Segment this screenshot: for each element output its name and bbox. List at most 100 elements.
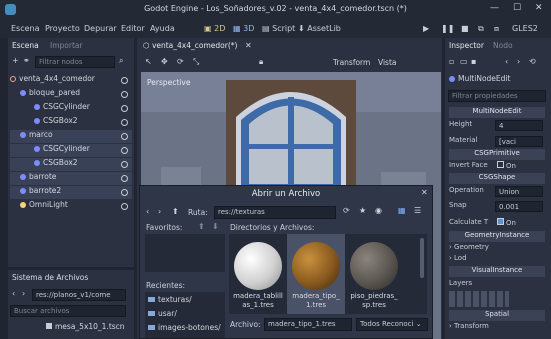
move-tool-icon[interactable]: ✥ (161, 57, 168, 66)
height-value[interactable]: 4 (495, 120, 543, 131)
maximize-icon[interactable]: ☐ (513, 3, 521, 13)
add-node-icon[interactable]: + (12, 56, 19, 65)
visibility-eye-icon[interactable] (121, 133, 128, 140)
history-forward-icon[interactable]: › (517, 57, 520, 66)
visibility-eye-icon[interactable] (121, 203, 128, 210)
menu-escena[interactable]: Escena (11, 24, 40, 33)
transform-menu[interactable]: Transform (333, 58, 370, 67)
menu-ayuda[interactable]: Ayuda (150, 24, 175, 33)
rotate-tool-icon[interactable]: ⟳ (177, 57, 184, 66)
history-icon[interactable]: ⟲ (529, 57, 536, 66)
file-item-selected[interactable]: madera_tipo_ 1.tres (287, 234, 345, 314)
tree-row-omnilight[interactable]: OmniLight (20, 200, 130, 213)
close-tab-icon[interactable]: ✕ (245, 41, 252, 50)
save-resource-icon[interactable]: ▪ (471, 57, 476, 66)
dialog-forward-icon[interactable]: › (158, 207, 161, 216)
file-grid-scrollbar[interactable] (420, 238, 424, 278)
tab-escena[interactable]: Escena (12, 41, 39, 50)
workspace-3d-tab[interactable]: ▦ 3D (233, 24, 254, 33)
play-custom-icon[interactable]: ⧈ (494, 24, 499, 34)
visibility-eye-icon[interactable] (121, 105, 128, 112)
history-back-icon[interactable]: ‹ (505, 57, 508, 66)
fav-up-icon[interactable]: ⬆ (198, 222, 205, 231)
stop-icon[interactable]: ■ (461, 24, 469, 33)
tab-inspector[interactable]: Inspector (449, 41, 484, 50)
visibility-eye-icon[interactable] (121, 175, 128, 182)
invert-face-checkbox[interactable]: On (497, 161, 516, 170)
snap-value[interactable]: 0.001 (495, 201, 543, 212)
show-hidden-eye-icon[interactable]: ◉ (375, 206, 382, 215)
fs-file-item[interactable]: mesa_5x10_1.tscn (46, 322, 130, 335)
list-view-icon[interactable]: ☰ (414, 206, 421, 215)
recent-item[interactable]: texturas/ (148, 295, 224, 308)
play-icon[interactable]: ▶ (423, 24, 429, 33)
tree-row-csgbox2-2[interactable]: CSGBox2 (10, 158, 132, 171)
csgprimitive-header[interactable]: CSGPrimitive (449, 149, 545, 160)
tab-nodo[interactable]: Nodo (493, 41, 513, 50)
load-resource-icon[interactable]: ▭ (460, 57, 468, 66)
file-filter-select[interactable]: Todos Reconoci ⌄ (356, 318, 428, 331)
menu-editor[interactable]: Editor (121, 24, 145, 33)
new-resource-icon[interactable]: ▫ (449, 57, 454, 66)
transform-group[interactable]: › Transform (449, 322, 545, 333)
forward-icon[interactable]: › (22, 289, 25, 298)
select-tool-icon[interactable]: ↖ (145, 57, 152, 66)
tree-row-csgcylinder-2[interactable]: CSGCylinder (10, 144, 132, 157)
filter-properties-input[interactable]: Filtrar propiedades (448, 90, 546, 102)
favorites-list[interactable] (145, 234, 225, 272)
visibility-eye-icon[interactable] (121, 147, 128, 154)
operation-select[interactable]: Union (495, 186, 543, 197)
material-value[interactable]: [vaci (495, 136, 543, 147)
fav-down-icon[interactable]: ⬇ (212, 222, 219, 231)
refresh-icon[interactable]: ⟳ (343, 206, 350, 215)
scale-tool-icon[interactable]: ⤡ (193, 57, 199, 67)
lock-icon[interactable]: 🔒︎ (259, 57, 263, 67)
tree-row-bloque-pared[interactable]: bloque_pared (20, 88, 130, 101)
geometryinstance-header[interactable]: GeometryInstance (449, 231, 545, 242)
dialog-up-icon[interactable]: ⬆ (172, 207, 179, 216)
search-nodes-icon[interactable]: ⌕ (119, 56, 123, 66)
tree-row-csgcylinder[interactable]: CSGCylinder (34, 102, 130, 115)
workspace-assetlib-tab[interactable]: ⬇ AssetLib (298, 24, 341, 33)
workspace-script-tab[interactable]: ▤ Script (262, 24, 295, 33)
fs-path-input[interactable]: res://planos_v1/come (32, 289, 126, 301)
file-item[interactable]: piso_piedras_ sp.tres (345, 234, 403, 314)
tree-row-barrote[interactable]: barrote (10, 172, 132, 185)
back-icon[interactable]: ‹ (12, 289, 15, 298)
viewport-perspective-label[interactable]: Perspective (147, 78, 190, 87)
lod-group[interactable]: › Lod (449, 254, 545, 265)
scene-tab[interactable]: ⬡ venta_4x4_comedor(*) (143, 41, 237, 50)
tab-importar[interactable]: Importar (50, 41, 83, 50)
file-name-input[interactable]: madera_tipo_1.tres (264, 318, 352, 331)
play-scene-icon[interactable]: ⧉ (478, 24, 484, 34)
close-window-icon[interactable]: ✕ (535, 3, 543, 13)
tree-row-csgbox2[interactable]: CSGBox2 (34, 116, 130, 129)
layers-grid[interactable] (449, 291, 509, 307)
dialog-close-icon[interactable]: ✕ (421, 188, 428, 197)
pause-icon[interactable]: ❚❚ (441, 24, 454, 33)
minimize-icon[interactable]: — (490, 3, 499, 13)
calculate-tangents-checkbox[interactable]: On (497, 218, 516, 227)
view-menu[interactable]: Vista (378, 58, 397, 67)
file-item[interactable]: madera_tablill as_1.tres (229, 234, 287, 314)
tree-row-root[interactable]: venta_4x4_comedor (10, 74, 132, 87)
geometry-group[interactable]: › Geometry (449, 243, 545, 254)
dialog-back-icon[interactable]: ‹ (146, 207, 149, 216)
visibility-eye-icon[interactable] (121, 91, 128, 98)
recent-item[interactable]: usar/ (148, 309, 224, 322)
csgshape-header[interactable]: CSGShape (449, 173, 545, 184)
multinodeedit-header[interactable]: MultiNodeEdit (449, 107, 545, 118)
visualinstance-header[interactable]: VisualInstance (449, 266, 545, 277)
path-input[interactable]: res://texturas (214, 206, 336, 219)
menu-proyecto[interactable]: Proyecto (45, 24, 80, 33)
filter-nodes-input[interactable]: Filtrar nodos (35, 56, 115, 68)
visibility-eye-icon[interactable] (121, 119, 128, 126)
renderer-select[interactable]: GLES2 (512, 24, 538, 33)
tree-row-marco[interactable]: marco (10, 130, 132, 143)
fs-search-input[interactable]: Buscar archivos (10, 305, 126, 317)
link-icon[interactable]: ⚭ (23, 56, 30, 65)
favorite-star-icon[interactable]: ★ (359, 206, 366, 215)
visibility-eye-icon[interactable] (121, 77, 128, 84)
visibility-eye-icon[interactable] (121, 189, 128, 196)
recent-item[interactable]: images-botones/ (148, 323, 224, 336)
